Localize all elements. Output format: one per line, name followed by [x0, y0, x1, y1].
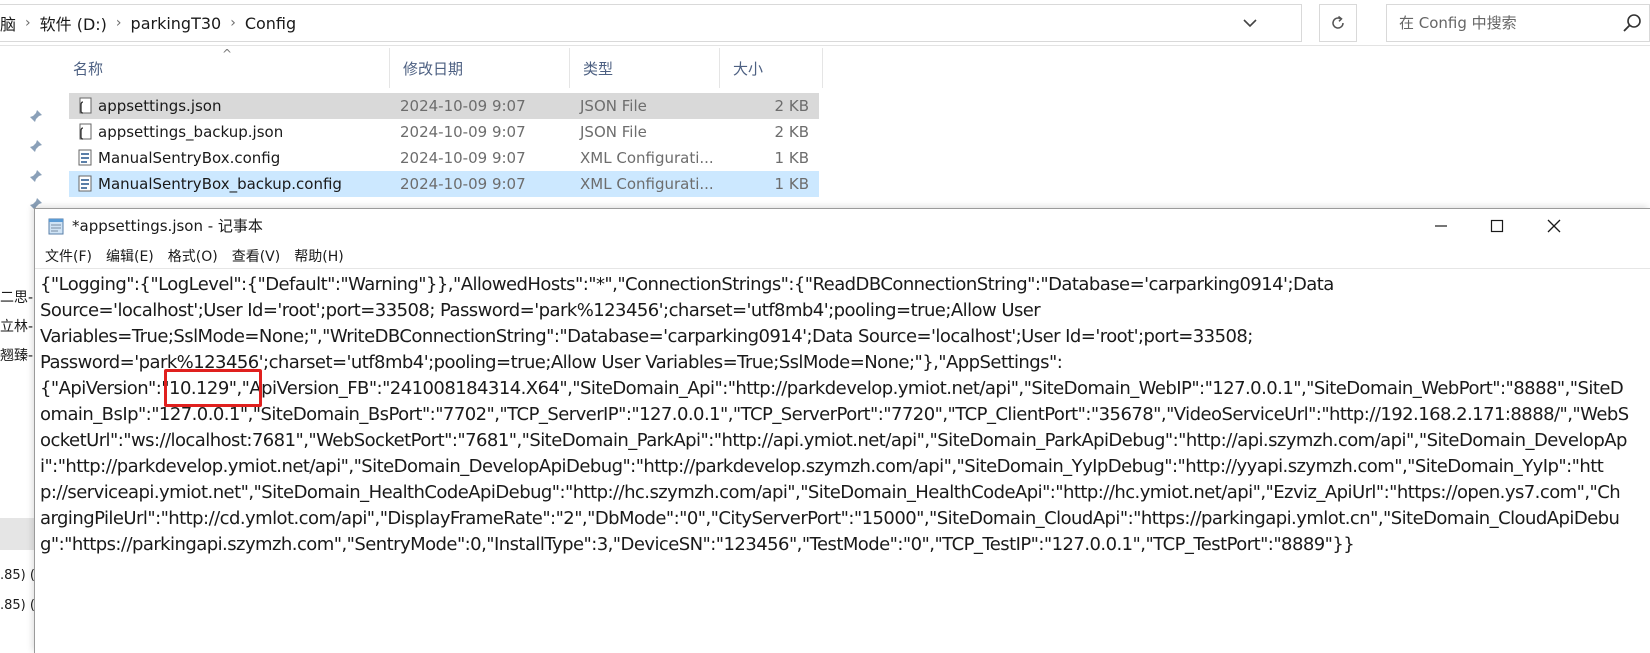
- file-size: 1 KB: [774, 175, 809, 193]
- text-editor-area[interactable]: {"Logging":{"LogLevel":{"Default":"Warni…: [40, 272, 1630, 652]
- file-name: ManualSentryBox_backup.config: [98, 175, 342, 193]
- breadcrumb-item-parkingt30[interactable]: parkingT30: [124, 14, 229, 33]
- sort-ascending-icon: ^: [222, 47, 233, 61]
- file-name: ManualSentryBox.config: [98, 149, 281, 167]
- breadcrumb-item-config[interactable]: Config: [238, 14, 303, 33]
- window-title: *appsettings.json - 记事本: [72, 217, 263, 235]
- column-header-date[interactable]: 修改日期: [390, 48, 570, 88]
- column-header-type[interactable]: 类型: [570, 48, 720, 88]
- nav-item-fragment[interactable]: .85) (: [0, 568, 35, 583]
- file-row[interactable]: appsettings_backup.json 2024-10-09 9:07 …: [69, 119, 819, 145]
- json-file-icon: [79, 97, 92, 114]
- nav-item-fragment[interactable]: .85) (: [0, 598, 35, 613]
- pin-icon[interactable]: [28, 108, 44, 124]
- config-file-icon: [78, 149, 92, 166]
- file-list: 名称 ^ 修改日期 类型 大小 appsettings.json 2024-10…: [60, 47, 830, 208]
- chevron-right-icon: ›: [25, 15, 31, 31]
- search-box[interactable]: [1386, 4, 1650, 42]
- column-header-size[interactable]: 大小: [720, 48, 823, 88]
- file-row[interactable]: ManualSentryBox.config 2024-10-09 9:07 X…: [69, 145, 819, 171]
- chevron-right-icon: ›: [230, 15, 236, 31]
- file-size: 1 KB: [774, 149, 809, 167]
- file-type: XML Configurati...: [580, 175, 714, 193]
- file-type: JSON File: [580, 97, 647, 115]
- file-date: 2024-10-09 9:07: [400, 149, 526, 167]
- file-date: 2024-10-09 9:07: [400, 175, 526, 193]
- file-size: 2 KB: [774, 97, 809, 115]
- pin-icon[interactable]: [28, 138, 44, 154]
- chevron-right-icon: ›: [115, 15, 122, 31]
- file-type: JSON File: [580, 123, 647, 141]
- nav-item-selected[interactable]: [0, 518, 38, 550]
- file-size: 2 KB: [774, 123, 809, 141]
- notepad-titlebar[interactable]: *appsettings.json - 记事本: [35, 209, 1650, 243]
- notepad-window: *appsettings.json - 记事本 文件(F) 编辑(E) 格式(O…: [34, 208, 1650, 653]
- file-row[interactable]: ManualSentryBox_backup.config 2024-10-09…: [69, 171, 819, 197]
- file-row[interactable]: appsettings.json 2024-10-09 9:07 JSON Fi…: [69, 93, 819, 119]
- breadcrumb-item-pc[interactable]: 脑: [0, 11, 23, 35]
- minimize-button[interactable]: [1413, 209, 1469, 243]
- menu-format[interactable]: 格式(O): [161, 246, 225, 266]
- search-input[interactable]: [1387, 5, 1617, 41]
- nav-item-fragment[interactable]: 二思-: [0, 287, 33, 307]
- menu-bar: 文件(F) 编辑(E) 格式(O) 查看(V) 帮助(H): [35, 243, 1650, 269]
- close-icon: [1547, 219, 1561, 233]
- address-history-dropdown[interactable]: [1235, 5, 1265, 41]
- breadcrumb[interactable]: 脑 › 软件 (D:) › parkingT30 › Config: [0, 4, 1302, 42]
- close-button[interactable]: [1526, 209, 1582, 243]
- maximize-icon: [1490, 219, 1504, 233]
- file-type: XML Configurati...: [580, 149, 714, 167]
- nav-item-fragment[interactable]: 翘臻-: [0, 345, 33, 365]
- refresh-button[interactable]: [1319, 4, 1357, 42]
- json-file-icon: [79, 123, 92, 140]
- menu-view[interactable]: 查看(V): [225, 246, 288, 266]
- chevron-down-icon: [1243, 19, 1257, 28]
- file-date: 2024-10-09 9:07: [400, 123, 526, 141]
- menu-edit[interactable]: 编辑(E): [99, 246, 161, 266]
- file-name: appsettings_backup.json: [98, 123, 284, 141]
- menu-help[interactable]: 帮助(H): [287, 246, 350, 266]
- breadcrumb-item-drive[interactable]: 软件 (D:): [33, 11, 114, 35]
- config-file-icon: [78, 175, 92, 192]
- menu-file[interactable]: 文件(F): [38, 246, 99, 266]
- pin-icon[interactable]: [28, 168, 44, 184]
- refresh-icon: [1332, 15, 1344, 29]
- file-date: 2024-10-09 9:07: [400, 97, 526, 115]
- address-bar: 脑 › 软件 (D:) › parkingT30 › Config: [0, 0, 1650, 46]
- column-header-row: 名称 ^ 修改日期 类型 大小: [60, 47, 830, 88]
- maximize-button[interactable]: [1469, 209, 1525, 243]
- search-icon[interactable]: [1621, 12, 1643, 34]
- nav-item-fragment[interactable]: 立林-: [0, 316, 33, 336]
- minimize-icon: [1435, 225, 1447, 227]
- file-name: appsettings.json: [98, 97, 222, 115]
- notepad-icon: [48, 218, 64, 235]
